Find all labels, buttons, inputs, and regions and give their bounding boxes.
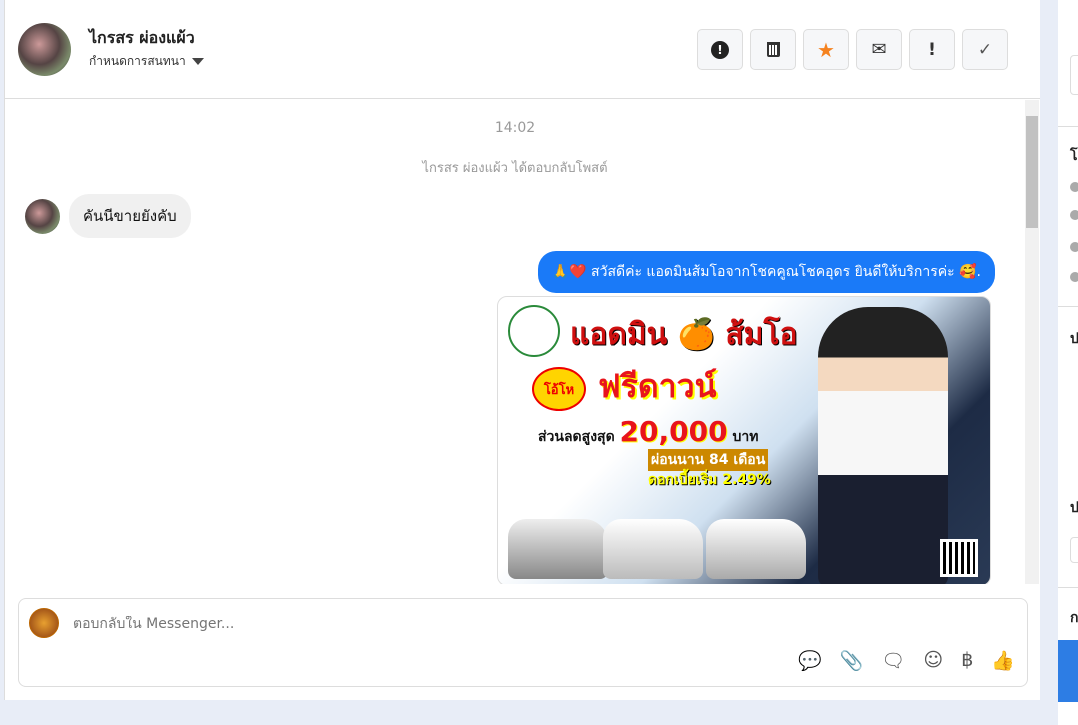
chat-scrollbar[interactable] bbox=[1025, 100, 1039, 584]
ad-discount-unit: บาท bbox=[732, 429, 759, 445]
divider bbox=[1058, 126, 1078, 127]
like-icon[interactable]: 👍 bbox=[991, 649, 1015, 672]
ad-offer: ฟรีดาวน์ bbox=[598, 367, 717, 405]
exclamation-icon: ! bbox=[928, 39, 936, 60]
message-list: 14:02 ไกรสร ผ่องแผ้ว ได้ตอบกลับโพสต์ คัน… bbox=[5, 100, 1041, 584]
quick-reply-icon[interactable]: 🗨 bbox=[881, 649, 905, 672]
trash-icon bbox=[766, 42, 780, 57]
incoming-message: คันนีขายยังคับ bbox=[69, 194, 191, 238]
page-avatar bbox=[29, 608, 59, 638]
panel-heading: โ bbox=[1070, 148, 1078, 164]
panel-field[interactable] bbox=[1070, 537, 1078, 563]
saved-reply-icon[interactable]: 💬 bbox=[798, 649, 822, 672]
emoji-icon[interactable]: ☺ bbox=[923, 649, 943, 672]
list-icon bbox=[1070, 210, 1078, 220]
panel-field[interactable] bbox=[1070, 55, 1078, 95]
envelope-open-icon: ✉ bbox=[871, 39, 887, 60]
panel-heading: ป bbox=[1070, 500, 1078, 516]
conversation-panel: ไกรสร ผ่องแผ้ว กำหนดการสนทนา ! ★ ✉ ! ✓ 1… bbox=[4, 0, 1040, 700]
scrollbar-thumb[interactable] bbox=[1026, 116, 1038, 228]
ad-discount-value: 20,000 bbox=[619, 415, 728, 448]
star-button[interactable]: ★ bbox=[803, 29, 849, 70]
panel-heading: ป bbox=[1070, 331, 1078, 347]
ad-discount-label: ส่วนลดสูงสุด bbox=[538, 429, 615, 445]
message-timestamp: 14:02 bbox=[494, 120, 536, 136]
conversation-header: ไกรสร ผ่องแผ้ว กำหนดการสนทนา ! ★ ✉ ! ✓ bbox=[5, 0, 1040, 99]
check-icon: ✓ bbox=[977, 39, 993, 60]
exclamation-circle-icon: ! bbox=[711, 40, 729, 59]
ad-badge: โอ้โห bbox=[532, 367, 586, 411]
car-image bbox=[603, 519, 703, 579]
list-icon bbox=[1070, 272, 1078, 282]
system-message: ไกรสร ผ่องแผ้ว ได้ตอบกลับโพสต์ bbox=[422, 161, 608, 176]
spam-button[interactable]: ! bbox=[697, 29, 743, 70]
payment-baht-icon[interactable]: ฿ bbox=[961, 649, 973, 672]
list-icon bbox=[1070, 242, 1078, 252]
ad-person-photo bbox=[818, 307, 948, 584]
panel-heading: ก bbox=[1070, 610, 1078, 626]
ad-installment: ผ่อนนาน 84 เดือน bbox=[648, 449, 769, 471]
qr-code bbox=[940, 539, 978, 577]
caret-down-icon bbox=[191, 58, 204, 65]
divider bbox=[1058, 306, 1078, 307]
composer-toolbar: 💬 📎 🗨 ☺ ฿ 👍 bbox=[798, 649, 1015, 672]
reply-input[interactable] bbox=[73, 616, 773, 632]
conversation-settings-label: กำหนดการสนทนา bbox=[89, 54, 186, 68]
contact-name[interactable]: ไกรสร ผ่องแผ้ว bbox=[89, 26, 195, 51]
car-image bbox=[706, 519, 806, 579]
important-button[interactable]: ! bbox=[909, 29, 955, 70]
list-icon bbox=[1070, 182, 1078, 192]
mark-unread-button[interactable]: ✉ bbox=[856, 29, 902, 70]
divider bbox=[1058, 587, 1078, 588]
ad-interest: ดอกเบี้ยเริ่ม 2.49% bbox=[648, 472, 771, 488]
attachment-icon[interactable]: 📎 bbox=[840, 649, 864, 672]
ad-discount: ส่วนลดสูงสุด 20,000 บาท bbox=[538, 415, 758, 448]
done-button[interactable]: ✓ bbox=[962, 29, 1008, 70]
ad-image-attachment[interactable]: แอดมิน 🍊 ส้มโอ โอ้โห ฟรีดาวน์ ส่วนลดสูงส… bbox=[497, 296, 991, 584]
star-icon: ★ bbox=[817, 37, 835, 62]
dealer-logo bbox=[508, 305, 560, 357]
contact-avatar[interactable] bbox=[18, 23, 71, 76]
sender-avatar bbox=[25, 199, 60, 234]
right-details-panel: โ ป ป ก bbox=[1058, 0, 1078, 725]
ad-headline: แอดมิน 🍊 ส้มโอ bbox=[570, 317, 798, 352]
delete-button[interactable] bbox=[750, 29, 796, 70]
reply-composer: 💬 📎 🗨 ☺ ฿ 👍 bbox=[18, 598, 1028, 687]
car-image bbox=[508, 519, 608, 579]
header-actions: ! ★ ✉ ! ✓ bbox=[697, 29, 1008, 70]
panel-action-button[interactable] bbox=[1058, 640, 1078, 702]
conversation-settings-dropdown[interactable]: กำหนดการสนทนา bbox=[89, 52, 204, 71]
outgoing-message: 🙏❤️ สวัสดีค่ะ แอดมินส้มโอจากโชคคูณโชคอุด… bbox=[537, 251, 995, 293]
